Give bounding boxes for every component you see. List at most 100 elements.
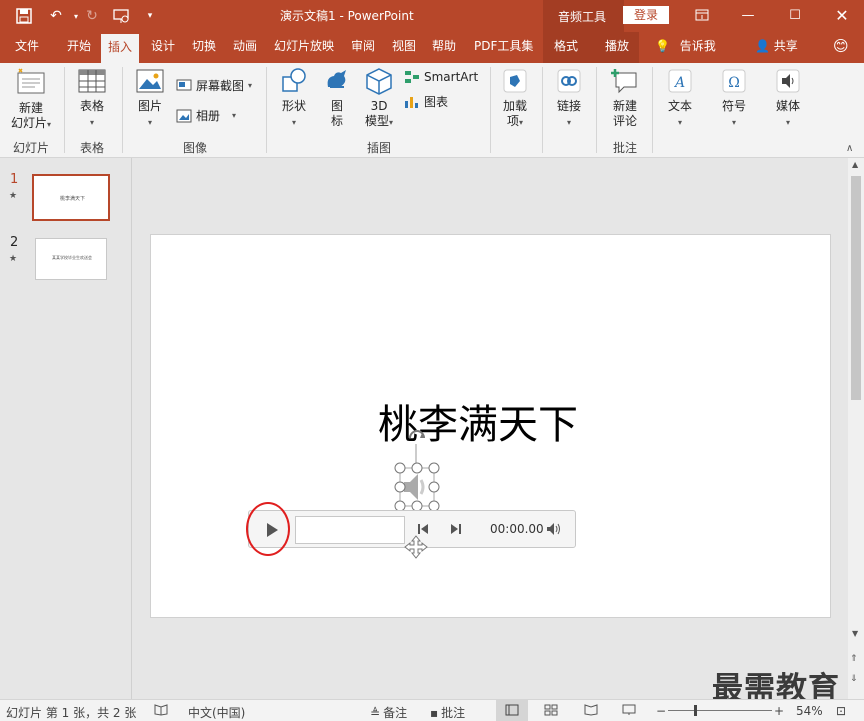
login-button[interactable]: 登录 xyxy=(623,6,669,24)
move-handle-icon[interactable] xyxy=(403,534,429,560)
tab-playback[interactable]: 播放 xyxy=(598,32,636,63)
group-label-slides: 幻灯片 xyxy=(12,141,49,155)
normal-view-button[interactable] xyxy=(496,700,528,721)
tab-file[interactable]: 文件 xyxy=(8,32,46,63)
new-slide-label: 新建 幻灯片 xyxy=(10,101,47,130)
share-button[interactable]: 👤 共享 xyxy=(748,32,805,63)
tab-animations[interactable]: 动画 xyxy=(226,32,264,63)
tab-design[interactable]: 设计 xyxy=(144,32,182,63)
ribbon-display-options-icon[interactable] xyxy=(682,4,722,26)
tab-home[interactable]: 开始 xyxy=(60,32,98,63)
smartart-icon xyxy=(405,71,419,83)
shapes-label: 形状 xyxy=(281,99,306,113)
separator xyxy=(64,67,65,153)
save-icon[interactable] xyxy=(14,6,34,26)
addins-icon xyxy=(503,69,527,93)
slide-thumbnail-2[interactable]: 某某学校毕业生欢送会 xyxy=(35,238,107,280)
thumbnail-number: 2 xyxy=(10,235,19,250)
volume-icon xyxy=(547,523,560,535)
screenshot-icon xyxy=(176,79,192,90)
pictures-button[interactable]: 图片 ▾ xyxy=(130,67,170,130)
scroll-thumb[interactable] xyxy=(851,176,861,400)
fit-to-window-icon[interactable]: ⊡ xyxy=(836,704,846,718)
highlight-circle xyxy=(246,502,290,556)
language-indicator[interactable]: 中文(中国) xyxy=(188,704,245,721)
cube-icon xyxy=(366,68,392,95)
tab-transitions[interactable]: 切换 xyxy=(185,32,223,63)
slideshow-button[interactable] xyxy=(622,704,636,716)
volume-button[interactable] xyxy=(545,521,563,540)
tab-format[interactable]: 格式 xyxy=(547,32,585,63)
accessibility-icon[interactable] xyxy=(154,704,168,716)
table-label: 表格 xyxy=(79,99,104,113)
icons-button[interactable]: 图 标 xyxy=(320,67,354,129)
smiley-feedback-icon[interactable]: 😊 xyxy=(826,32,856,63)
collapse-ribbon-icon[interactable]: ∧ xyxy=(846,143,853,154)
group-label-tables: 表格 xyxy=(79,141,104,155)
undo-icon[interactable]: ↶ xyxy=(46,6,66,26)
reading-view-button[interactable] xyxy=(584,704,598,716)
zoom-slider-thumb[interactable] xyxy=(694,705,697,716)
symbols-label: 符号 xyxy=(721,99,746,113)
slide-thumbnail-1[interactable]: 桃李满天下 xyxy=(32,174,110,221)
zoom-slider[interactable] xyxy=(668,710,772,711)
lightbulb-icon: 💡 xyxy=(655,39,670,53)
table-button[interactable]: 表格 ▾ xyxy=(70,67,114,130)
tab-help[interactable]: 帮助 xyxy=(425,32,463,63)
table-icon xyxy=(78,69,106,93)
comments-button[interactable]: ▪ 批注 xyxy=(430,704,465,721)
share-label: 共享 xyxy=(773,39,798,53)
3d-models-button[interactable]: 3D 模型▾ xyxy=(360,67,398,130)
media-button[interactable]: 媒体 ▾ xyxy=(768,67,808,130)
photo-album-button[interactable]: 相册 ▾ xyxy=(176,107,236,124)
vertical-scrollbar[interactable]: ▲ ▼ ⇑ ⇓ xyxy=(848,158,864,699)
tab-review[interactable]: 审阅 xyxy=(344,32,382,63)
tell-me[interactable]: 💡 告诉我 xyxy=(648,32,723,63)
thumbnail-title: 桃李满天下 xyxy=(60,196,86,202)
links-label: 链接 xyxy=(556,99,581,113)
zoom-level[interactable]: 54% xyxy=(796,704,823,718)
chart-button[interactable]: 图表 xyxy=(404,93,448,110)
separator xyxy=(596,67,597,153)
smartart-button[interactable]: SmartArt xyxy=(404,70,478,84)
slideshow-from-start-icon[interactable] xyxy=(112,6,132,26)
notes-button[interactable]: ≜ 备注 xyxy=(370,704,407,721)
comments-label: 批注 xyxy=(441,706,466,720)
screenshot-button[interactable]: 屏幕截图 ▾ xyxy=(176,77,252,94)
previous-slide-icon[interactable]: ⇑ xyxy=(850,654,858,664)
shapes-button[interactable]: 形状 ▾ xyxy=(274,67,314,130)
minimize-icon[interactable]: — xyxy=(728,4,768,26)
new-slide-button[interactable]: 新建 幻灯片▾ xyxy=(6,67,56,132)
audio-progress-bar[interactable] xyxy=(295,516,405,544)
icons-label: 图 标 xyxy=(330,99,343,128)
text-icon: A xyxy=(668,69,692,93)
tab-view[interactable]: 视图 xyxy=(385,32,423,63)
next-slide-icon[interactable]: ⇓ xyxy=(850,674,858,684)
customize-qat-icon[interactable]: ▾ xyxy=(140,6,160,26)
group-label-illustrations: 插图 xyxy=(366,141,391,155)
zoom-in-icon[interactable]: + xyxy=(774,704,784,718)
scroll-up-icon[interactable]: ▲ xyxy=(852,160,858,169)
addins-button[interactable]: 加载 项▾ xyxy=(496,67,534,130)
animation-star-icon: ★ xyxy=(9,191,18,201)
skip-forward-icon xyxy=(451,524,461,534)
new-comment-label: 新建 评论 xyxy=(612,99,637,128)
scroll-down-icon[interactable]: ▼ xyxy=(852,629,858,638)
close-icon[interactable]: ✕ xyxy=(822,4,862,26)
text-button[interactable]: A 文本 ▾ xyxy=(660,67,700,130)
symbols-button[interactable]: Ω 符号 ▾ xyxy=(714,67,754,130)
redo-icon[interactable]: ↻ xyxy=(82,6,102,26)
tab-pdf-tools[interactable]: PDF工具集 xyxy=(467,32,540,63)
title-bar: ↶ ▾ ↻ ▾ 演示文稿1 - PowerPoint 音频工具 登录 — ☐ ✕ xyxy=(0,0,864,64)
speaker-icon xyxy=(776,69,800,93)
links-button[interactable]: 链接 ▾ xyxy=(550,67,588,130)
tab-insert[interactable]: 插入 xyxy=(101,34,140,63)
3d-models-label: 3D 模型 xyxy=(364,99,389,128)
slide-sorter-icon xyxy=(544,704,558,716)
tab-slideshow[interactable]: 幻灯片放映 xyxy=(267,32,341,63)
zoom-out-icon[interactable]: − xyxy=(656,704,666,718)
new-comment-button[interactable]: 新建 评论 xyxy=(604,67,646,129)
slide-sorter-button[interactable] xyxy=(544,704,558,716)
skip-forward-button[interactable] xyxy=(450,522,462,539)
maximize-icon[interactable]: ☐ xyxy=(775,4,815,26)
